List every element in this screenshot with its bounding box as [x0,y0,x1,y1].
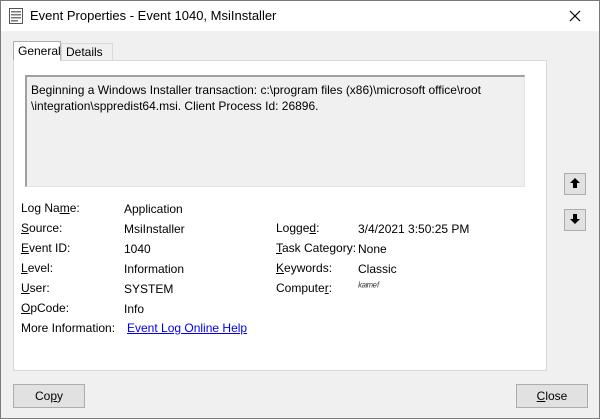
level-value: Information [124,262,185,276]
user-value: SYSTEM [124,282,174,296]
next-event-button[interactable] [564,209,586,231]
log-name-label: Log Name: [21,201,80,215]
task-category-value: None [358,242,387,256]
computer-label: Computer: [276,281,333,295]
more-information-label: More Information: [21,321,116,335]
computer-value: ᵏᵃᶦᵐᵉᶠ [358,281,379,293]
keywords-value: Classic [358,262,397,276]
title-bar[interactable]: Event Properties - Event 1040, MsiInstal… [1,1,599,31]
source-value: MsiInstaller [124,222,185,236]
level-label: Level: [21,261,54,275]
copy-button[interactable]: Copy [13,384,85,408]
task-category-label: Task Category: [276,241,357,255]
close-icon[interactable] [555,1,595,31]
event-id-value: 1040 [124,242,151,256]
window-title: Event Properties - Event 1040, MsiInstal… [30,8,277,23]
keywords-label: Keywords: [276,261,333,275]
event-viewer-icon [9,8,23,24]
source-label: Source: [21,221,63,235]
tab-details[interactable]: Details [61,43,113,60]
opcode-label: OpCode: [21,301,70,315]
event-description-box[interactable]: Beginning a Windows Installer transactio… [25,75,525,187]
description-line-2: \integration\sppredist64.msi. Client Pro… [31,99,319,113]
close-button[interactable]: Close [516,384,588,408]
event-properties-window: Event Properties - Event 1040, MsiInstal… [0,0,600,419]
arrow-down-icon [569,213,581,228]
event-id-label: Event ID: [21,241,71,255]
user-label: User: [21,281,50,295]
previous-event-button[interactable] [564,173,586,195]
description-line-1: Beginning a Windows Installer transactio… [31,83,481,97]
opcode-value: Info [124,302,145,316]
log-name-value: Application [124,202,183,216]
event-log-online-help-link[interactable]: Event Log Online Help [127,321,247,335]
tab-general[interactable]: General [13,41,61,61]
arrow-up-icon [569,177,581,192]
logged-label: Logged: [276,221,320,235]
logged-value: 3/4/2021 3:50:25 PM [358,222,470,236]
